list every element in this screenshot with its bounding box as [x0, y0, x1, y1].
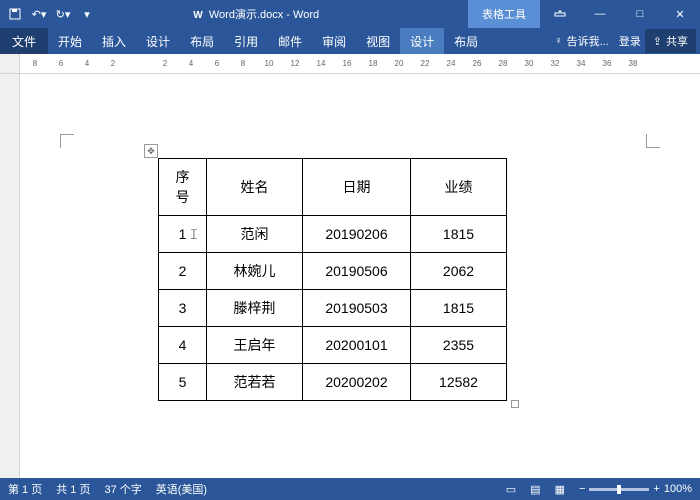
login-button[interactable]: 登录	[619, 33, 641, 49]
tell-me-search[interactable]: ♀告诉我...	[548, 33, 614, 49]
margin-marker	[646, 134, 660, 148]
table-row[interactable]: 4王启年202001012355	[159, 327, 507, 364]
document-area: ✥ 序号姓名日期业绩1𝙸范闲2019020618152林婉儿2019050620…	[0, 74, 700, 478]
data-table[interactable]: 序号姓名日期业绩1𝙸范闲2019020618152林婉儿201905062062…	[158, 158, 507, 401]
view-print-icon[interactable]: ▤	[530, 483, 540, 496]
qat-dropdown-icon[interactable]: ▾	[76, 3, 98, 25]
margin-marker	[60, 134, 74, 148]
page-total[interactable]: 共 1 页	[56, 481, 90, 497]
table-row[interactable]: 3滕梓荆201905031815	[159, 290, 507, 327]
zoom-in-icon[interactable]: +	[653, 483, 659, 495]
table-cell[interactable]: 5	[159, 364, 207, 401]
tab-insert[interactable]: 插入	[92, 28, 136, 54]
table-cell[interactable]: 20190503	[303, 290, 411, 327]
table-header[interactable]: 序号	[159, 159, 207, 216]
table-cell[interactable]: 20200202	[303, 364, 411, 401]
zoom-level[interactable]: 100%	[664, 483, 692, 495]
document-title-area: W Word演示.docx - Word	[102, 6, 408, 22]
titlebar: ↶▾ ↻▾ ▾ W Word演示.docx - Word 表格工具 — □ ✕	[0, 0, 700, 28]
table-cell[interactable]: 2	[159, 253, 207, 290]
view-web-icon[interactable]: ▦	[555, 483, 565, 496]
table-row[interactable]: 5范若若2020020212582	[159, 364, 507, 401]
file-tab[interactable]: 文件	[0, 28, 48, 54]
document-title: Word演示.docx - Word	[209, 6, 319, 22]
svg-text:W: W	[193, 10, 203, 21]
table-cell[interactable]: 1𝙸	[159, 216, 207, 253]
tab-review[interactable]: 审阅	[312, 28, 356, 54]
tab-layout[interactable]: 布局	[180, 28, 224, 54]
share-button[interactable]: ⇪共享	[645, 29, 696, 53]
tab-references[interactable]: 引用	[224, 28, 268, 54]
vertical-ruler[interactable]	[0, 74, 20, 478]
maximize-button[interactable]: □	[620, 0, 660, 28]
table-cell[interactable]: 20190506	[303, 253, 411, 290]
table-cell[interactable]: 林婉儿	[207, 253, 303, 290]
table-cell[interactable]: 4	[159, 327, 207, 364]
window-controls: — □ ✕	[540, 0, 700, 28]
table-tools-context-tab: 表格工具	[468, 0, 540, 28]
zoom-slider[interactable]	[589, 488, 649, 491]
text-cursor-icon: 𝙸	[189, 226, 199, 243]
tab-table-design[interactable]: 设计	[400, 28, 444, 54]
zoom-out-icon[interactable]: −	[579, 483, 585, 495]
ribbon-tabs: 文件 开始 插入 设计 布局 引用 邮件 审阅 视图 设计 布局 ♀告诉我...…	[0, 28, 700, 54]
redo-icon[interactable]: ↻▾	[52, 3, 74, 25]
table-cell[interactable]: 20200101	[303, 327, 411, 364]
statusbar: 第 1 页 共 1 页 37 个字 英语(美国) ▭ ▤ ▦ − + 100%	[0, 478, 700, 500]
zoom-control[interactable]: − + 100%	[579, 483, 692, 495]
language[interactable]: 英语(美国)	[156, 481, 207, 497]
word-app-icon: W	[191, 7, 205, 21]
table-move-handle[interactable]: ✥	[144, 144, 158, 158]
table-cell[interactable]: 范若若	[207, 364, 303, 401]
word-count[interactable]: 37 个字	[104, 481, 141, 497]
close-button[interactable]: ✕	[660, 0, 700, 28]
page-canvas[interactable]: ✥ 序号姓名日期业绩1𝙸范闲2019020618152林婉儿2019050620…	[20, 74, 700, 478]
horizontal-ruler[interactable]: 86422468101214161820222426283032343638	[20, 54, 700, 73]
table-resize-handle[interactable]	[511, 400, 519, 408]
table-cell[interactable]: 20190206	[303, 216, 411, 253]
table-header[interactable]: 业绩	[411, 159, 507, 216]
quick-access-toolbar: ↶▾ ↻▾ ▾	[0, 3, 102, 25]
table-header[interactable]: 日期	[303, 159, 411, 216]
table-cell[interactable]: 12582	[411, 364, 507, 401]
table-header[interactable]: 姓名	[207, 159, 303, 216]
table-cell[interactable]: 1815	[411, 290, 507, 327]
horizontal-ruler-area: 86422468101214161820222426283032343638	[0, 54, 700, 74]
lightbulb-icon: ♀	[554, 35, 562, 47]
tab-view[interactable]: 视图	[356, 28, 400, 54]
table-cell[interactable]: 1815	[411, 216, 507, 253]
tab-mailings[interactable]: 邮件	[268, 28, 312, 54]
save-icon[interactable]	[4, 3, 26, 25]
tab-home[interactable]: 开始	[48, 28, 92, 54]
page-number[interactable]: 第 1 页	[8, 481, 42, 497]
view-read-icon[interactable]: ▭	[506, 483, 516, 496]
table-cell[interactable]: 2355	[411, 327, 507, 364]
table-cell[interactable]: 范闲	[207, 216, 303, 253]
undo-icon[interactable]: ↶▾	[28, 3, 50, 25]
tab-table-layout[interactable]: 布局	[444, 28, 488, 54]
share-icon: ⇪	[653, 35, 662, 48]
table-cell[interactable]: 3	[159, 290, 207, 327]
table-cell[interactable]: 2062	[411, 253, 507, 290]
minimize-button[interactable]: —	[580, 0, 620, 28]
ribbon-options-icon[interactable]	[540, 0, 580, 28]
table-cell[interactable]: 滕梓荆	[207, 290, 303, 327]
table-row[interactable]: 1𝙸范闲201902061815	[159, 216, 507, 253]
tab-design[interactable]: 设计	[136, 28, 180, 54]
table-cell[interactable]: 王启年	[207, 327, 303, 364]
table-row[interactable]: 2林婉儿201905062062	[159, 253, 507, 290]
